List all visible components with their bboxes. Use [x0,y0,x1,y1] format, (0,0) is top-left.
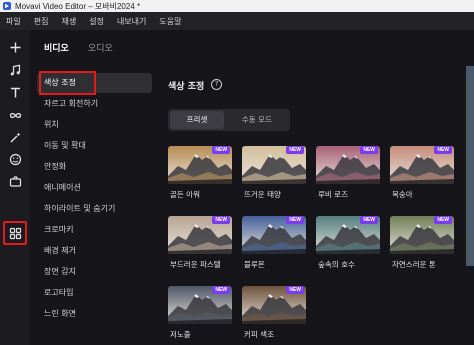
category-highlight-hide[interactable]: 하이라이트 및 숨기기 [37,199,152,219]
preset-thumbnail[interactable]: NEW [168,286,232,324]
app-logo-icon [3,2,11,10]
category-chroma-key[interactable]: 크로마키 [37,220,152,240]
new-badge: NEW [212,216,230,224]
preset-thumbnail[interactable]: NEW [390,146,454,184]
preset-label: 커피 색조 [244,330,274,339]
new-badge: NEW [212,286,230,294]
menu-help[interactable]: 도움말 [159,16,181,27]
new-badge: NEW [286,286,304,294]
preset-label: 블루몬 [244,260,265,269]
preset-thumbnail[interactable]: NEW [168,216,232,254]
menu-file[interactable]: 파일 [6,16,21,27]
preset-thumbnail[interactable]: NEW [242,216,306,254]
category-background-removal[interactable]: 배경 제거 [37,241,152,261]
menu-settings[interactable]: 설정 [89,16,104,27]
music-icon[interactable] [5,60,25,80]
preset-label: 골든 아워 [170,190,200,199]
help-icon[interactable]: ? [211,79,222,90]
new-badge: NEW [212,146,230,154]
category-scene-detection[interactable]: 장면 감지 [37,262,152,282]
window-title: Movavi Video Editor – 모바비2024 * [15,1,141,11]
category-position[interactable]: 위치 [37,115,152,135]
category-slow-motion[interactable]: 느린 화면 [37,304,152,324]
preset-thumbnail[interactable]: NEW [168,146,232,184]
menu-edit[interactable]: 편집 [34,16,49,27]
category-logotype[interactable]: 로고타입 [37,283,152,303]
preset-label: 부드러운 파스텔 [170,260,221,269]
preset-label: 뜨거운 태양 [244,190,281,199]
title-bar: Movavi Video Editor – 모바비2024 * [0,0,474,12]
preset-thumbnail[interactable]: NEW [390,216,454,254]
panel-title: 색상 조정 [168,82,205,92]
category-move-zoom[interactable]: 이동 및 확대 [37,136,152,156]
category-stabilize[interactable]: 안정화 [37,157,152,177]
apps-highlight-box [3,221,27,245]
left-toolbar [0,30,30,345]
manual-mode-button[interactable]: 수동 모드 [226,111,288,129]
new-badge: NEW [434,216,452,224]
preset-label: 숲속의 호수 [318,260,355,269]
magic-icon[interactable] [5,127,25,147]
preset-label: 저노출 [170,330,191,339]
preset-label: 루비 로즈 [318,190,348,199]
preset-thumbnail[interactable]: NEW [316,216,380,254]
transition-icon[interactable] [5,105,25,125]
sticker-icon[interactable] [5,149,25,169]
tab-video[interactable]: 비디오 [44,41,69,54]
mode-switch: 프리셋 수동 모드 [168,109,290,131]
menu-export[interactable]: 내보내기 [117,16,146,27]
color-adjust-panel: 색상 조정 ? 프리셋 수동 모드 NEW 골든 아워 NEW 뜨거운 태양 NEW 루비… [158,64,474,345]
add-icon[interactable] [5,37,25,57]
preset-thumbnail[interactable]: NEW [316,146,380,184]
menu-bar: 파일 편집 재생 설정 내보내기 도움말 [0,12,474,30]
new-badge: NEW [360,216,378,224]
category-list: 색상 조정 자르고 회전하기 위치 이동 및 확대 안정화 애니메이션 하이라이… [30,64,158,345]
category-animation[interactable]: 애니메이션 [37,178,152,198]
preset-thumbnail[interactable]: NEW [242,146,306,184]
category-crop-rotate[interactable]: 자르고 회전하기 [37,94,152,114]
new-badge: NEW [286,216,304,224]
media-tabs: 비디오 오디오 [30,30,474,64]
tab-audio[interactable]: 오디오 [88,41,113,54]
new-badge: NEW [434,146,452,154]
new-badge: NEW [360,146,378,154]
preset-mode-button[interactable]: 프리셋 [170,111,224,129]
menu-playback[interactable]: 재생 [61,16,76,27]
preset-thumbnail[interactable]: NEW [242,286,306,324]
timeline-preview-strip [466,66,474,266]
camera-icon[interactable] [5,171,25,191]
preset-label: 자연스러운 톤 [392,260,436,269]
preset-label: 복숭아 [392,190,413,199]
category-highlight-box [39,71,96,95]
new-badge: NEW [286,146,304,154]
text-icon[interactable] [5,82,25,102]
